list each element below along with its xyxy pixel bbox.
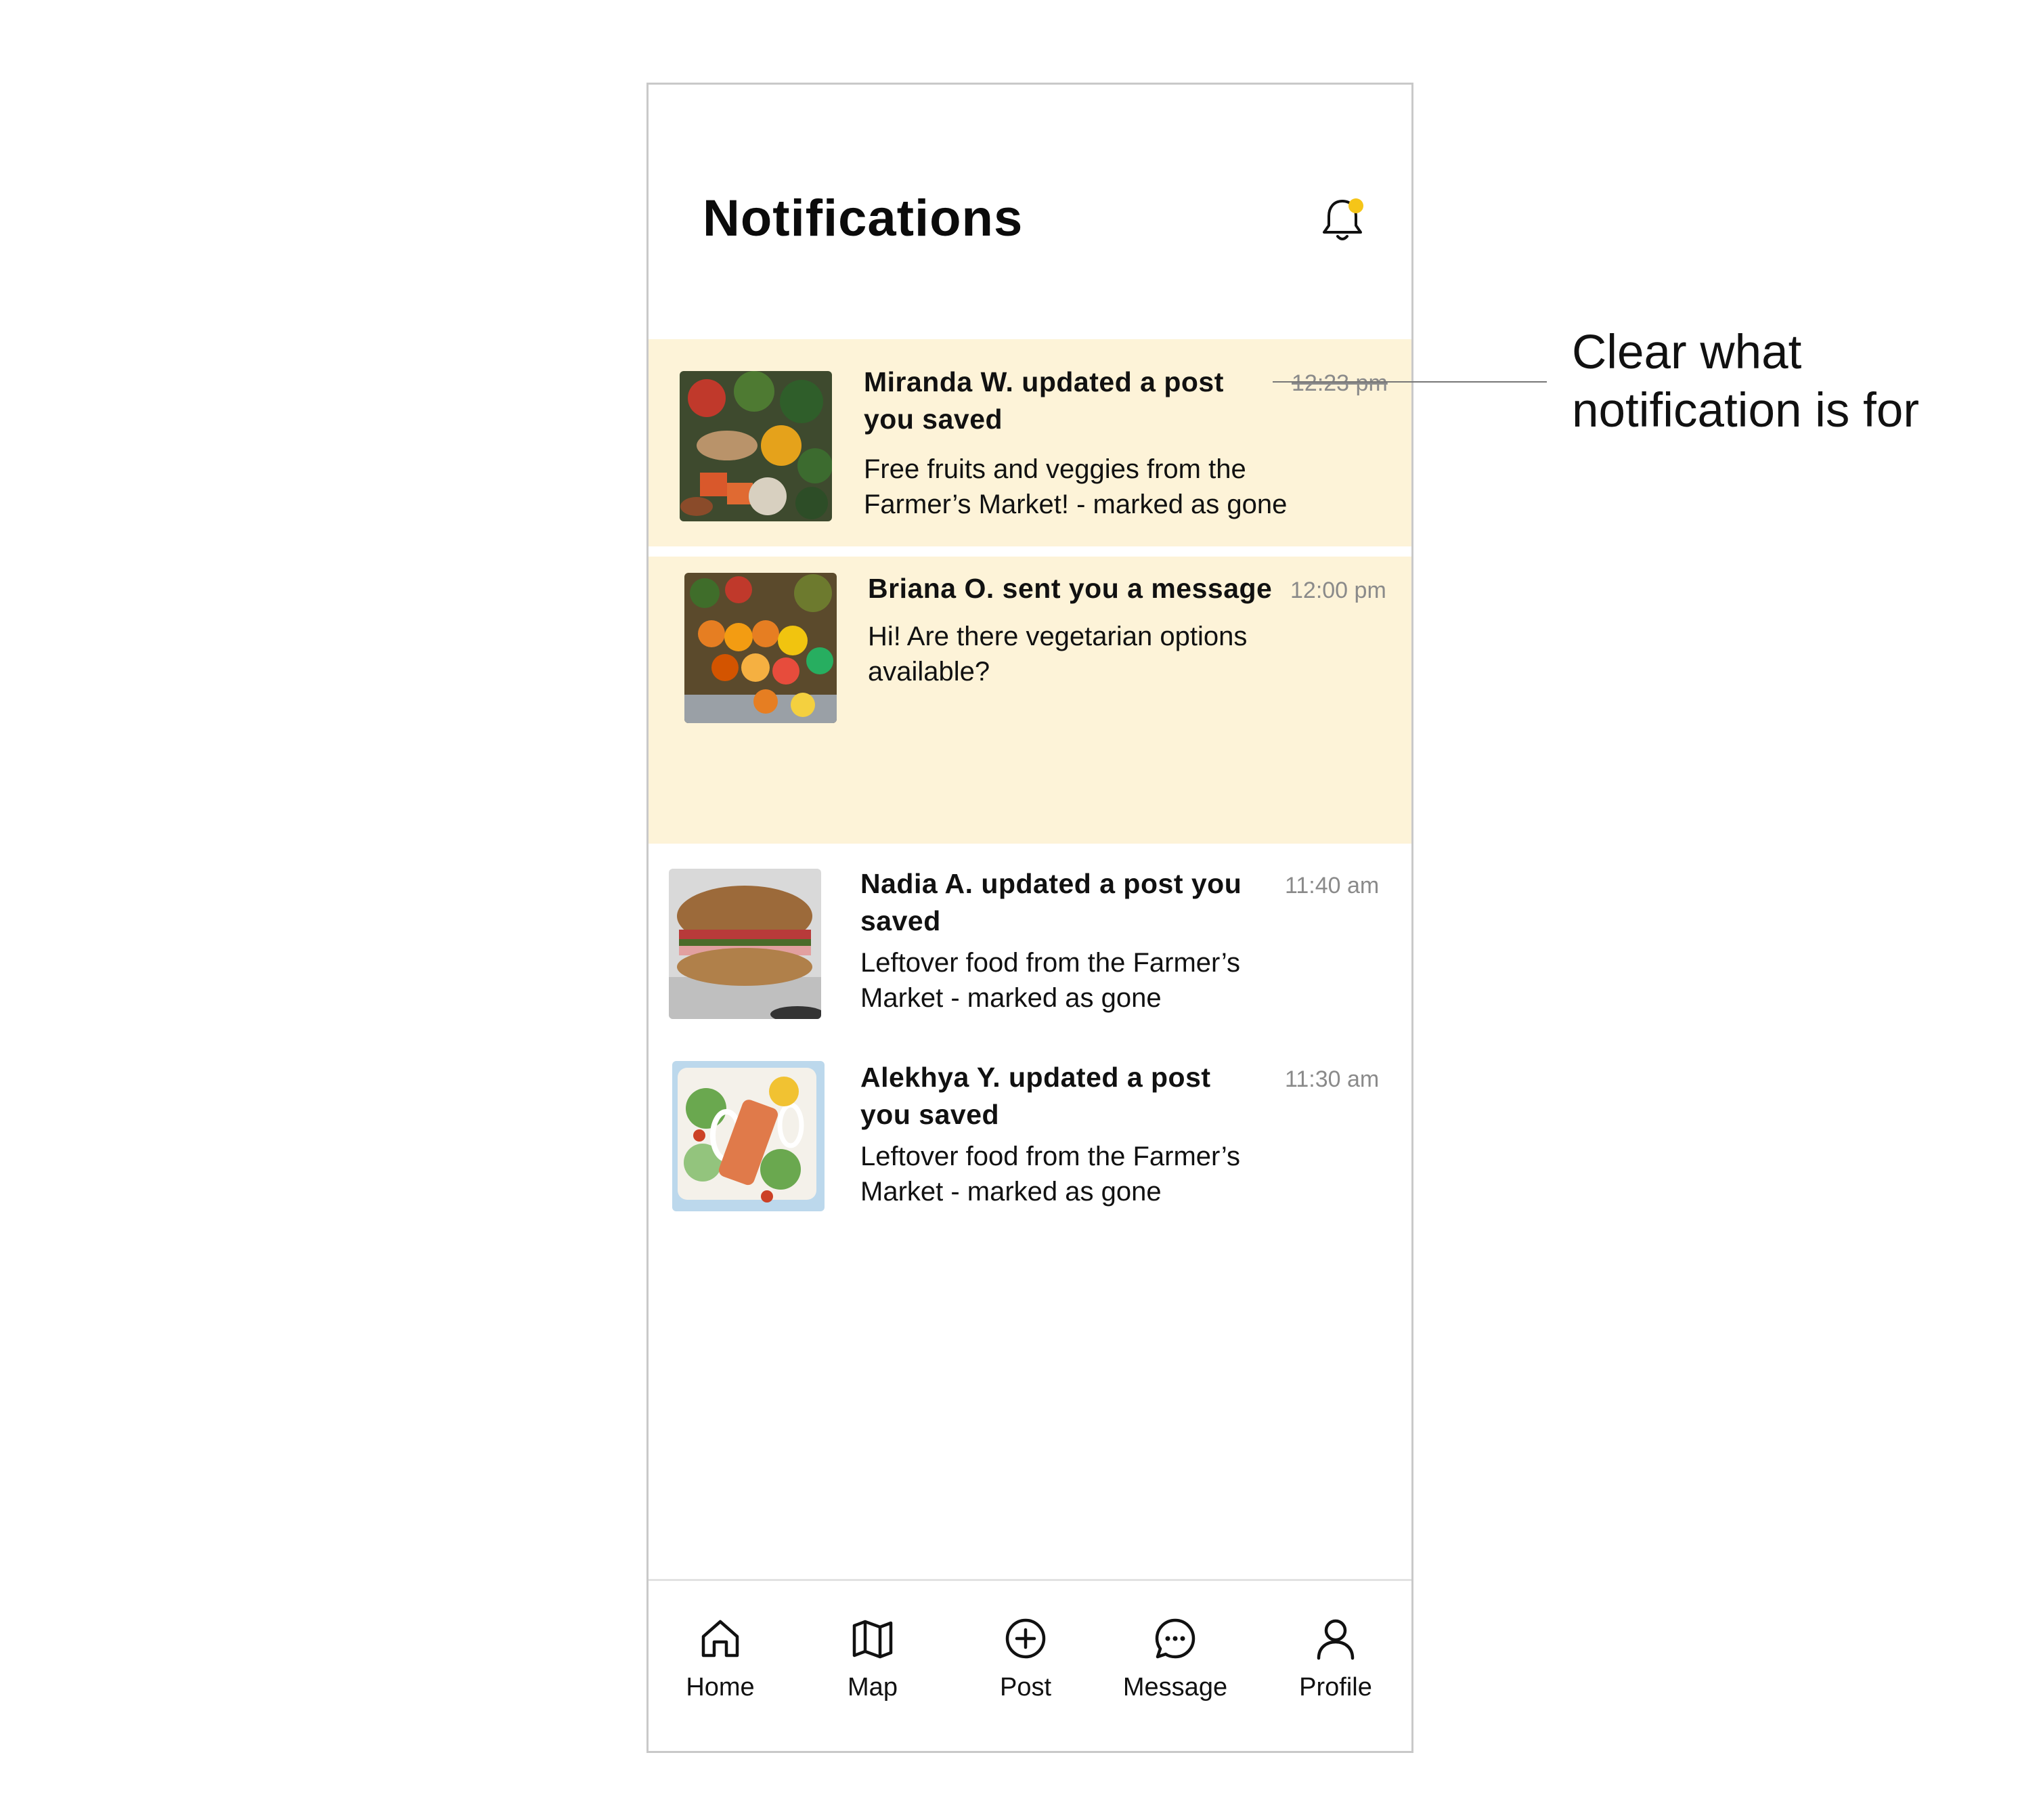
message-bubble-icon — [1151, 1615, 1199, 1662]
notification-item[interactable]: Miranda W. updated a post you saved Free… — [649, 339, 1411, 546]
nav-item-home[interactable]: Home — [653, 1615, 788, 1723]
nav-label: Message — [1122, 1673, 1228, 1702]
nav-item-message[interactable]: Message — [1107, 1615, 1243, 1723]
fruit-market-photo — [684, 573, 837, 723]
notification-body: Hi! Are there vegetarian options availab… — [868, 622, 1248, 687]
phone-frame: Notifications Miranda W. updated a post … — [646, 83, 1413, 1753]
home-icon — [697, 1615, 744, 1662]
sandwich-photo — [669, 869, 821, 1019]
notification-title: Miranda W. updated a post you saved — [864, 366, 1224, 435]
salmon-salad-photo — [672, 1061, 825, 1211]
vegetables-photo — [680, 371, 832, 521]
notification-time: 12:00 pm — [1290, 578, 1386, 603]
notification-title: Nadia A. updated a post you saved — [860, 868, 1242, 936]
notification-body: Free fruits and veggies from the Farmer’… — [864, 454, 1288, 519]
page-title: Notifications — [703, 190, 1024, 247]
nav-label: Map — [848, 1673, 898, 1702]
nav-item-profile[interactable]: Profile — [1268, 1615, 1403, 1723]
notification-item[interactable]: Briana O. sent you a message Hi! Are the… — [649, 557, 1411, 844]
nav-label: Home — [686, 1673, 755, 1702]
annotation-note: Clear what notification is for — [1572, 326, 1920, 437]
notification-body: Leftover food from the Farmer’s Market -… — [860, 1142, 1240, 1207]
nav-item-map[interactable]: Map — [805, 1615, 940, 1723]
bottom-navigation: Home Map Post Message Profile — [649, 1579, 1411, 1751]
notification-item[interactable]: Nadia A. updated a post you saved Leftov… — [649, 844, 1411, 1040]
unread-indicator-dot — [1348, 198, 1363, 213]
nav-label: Profile — [1299, 1673, 1372, 1702]
annotation-leader-line — [1273, 381, 1547, 383]
notifications-bell-button[interactable] — [1315, 193, 1369, 247]
notification-item[interactable]: Alekhya Y. updated a post you saved Left… — [649, 1040, 1411, 1236]
notification-time: 11:40 am — [1285, 873, 1380, 898]
user-icon — [1312, 1615, 1359, 1662]
plus-circle-icon — [1002, 1615, 1049, 1662]
notification-title: Alekhya Y. updated a post you saved — [860, 1062, 1211, 1130]
notification-time: 12:23 pm — [1292, 370, 1388, 396]
notification-time: 11:30 am — [1285, 1066, 1380, 1092]
nav-item-post[interactable]: Post — [958, 1615, 1093, 1723]
map-icon — [849, 1615, 896, 1662]
notification-title: Briana O. sent you a message — [868, 573, 1273, 604]
nav-label: Post — [999, 1673, 1052, 1702]
notification-body: Leftover food from the Farmer’s Market -… — [860, 948, 1240, 1013]
